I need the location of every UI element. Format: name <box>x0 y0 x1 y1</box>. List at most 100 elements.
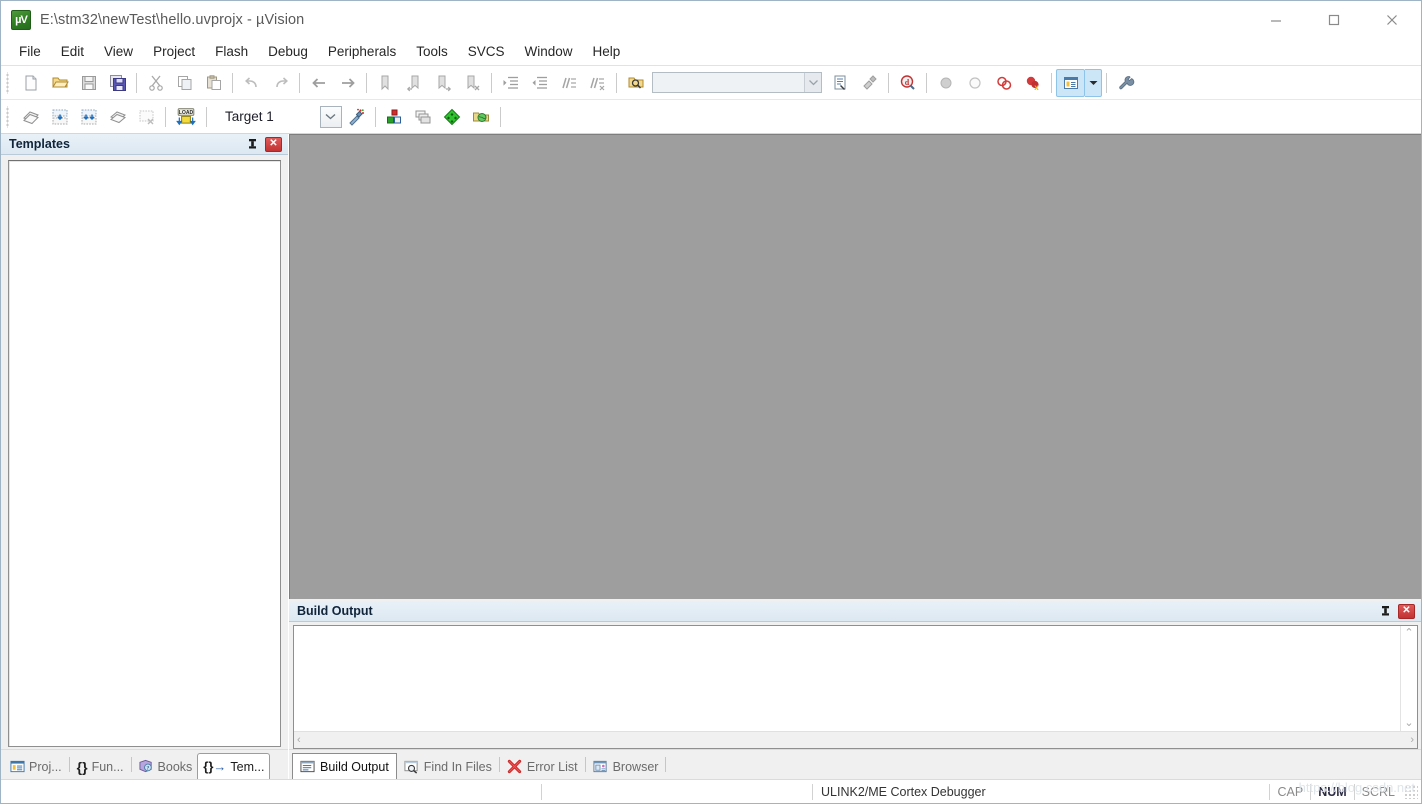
window-title: E:\stm32\newTest\hello.uvprojx - µVision <box>40 12 305 28</box>
toolbar-grip[interactable] <box>4 71 13 94</box>
templates-list[interactable] <box>8 160 281 747</box>
menu-peripherals[interactable]: Peripherals <box>318 41 406 63</box>
menu-edit[interactable]: Edit <box>51 41 94 63</box>
bookmark-clear-icon[interactable] <box>458 69 487 97</box>
close-icon[interactable]: ✕ <box>265 136 282 152</box>
menu-tools[interactable]: Tools <box>406 41 458 63</box>
books-icon: ? <box>139 759 154 774</box>
scroll-down-icon[interactable]: ⌄ <box>1404 718 1413 729</box>
target-select-value[interactable]: Target 1 <box>211 109 284 124</box>
toolbar-grip[interactable] <box>4 105 13 128</box>
save-all-icon[interactable] <box>103 69 132 97</box>
sidebar-tab-functions[interactable]: {} Fun... <box>72 754 129 779</box>
redo-icon[interactable] <box>266 69 295 97</box>
stop-build-icon[interactable] <box>132 103 161 131</box>
debug-start-icon[interactable]: d <box>893 69 922 97</box>
indent-right-icon[interactable] <box>496 69 525 97</box>
toolbar-separator <box>374 106 376 127</box>
indent-left-icon[interactable] <box>525 69 554 97</box>
options-target-icon[interactable] <box>1111 69 1140 97</box>
translate-icon[interactable] <box>16 103 45 131</box>
uncomment-icon[interactable] <box>583 69 612 97</box>
breakpoint-kill-all-icon[interactable]: x <box>1018 69 1047 97</box>
project-window-icon[interactable] <box>1056 68 1085 97</box>
download-icon[interactable]: LOAD <box>170 103 202 131</box>
sidebar-tab-templates[interactable]: {}→ Tem... <box>197 753 271 780</box>
toolbar-separator <box>206 106 207 127</box>
breakpoint-insert-icon[interactable] <box>931 69 960 97</box>
tab-separator <box>665 757 667 772</box>
manage-runtime-env-icon[interactable] <box>467 103 496 131</box>
sidebar-tab-templates-label: Tem... <box>230 759 265 774</box>
main-toolbar: d x <box>1 66 1421 100</box>
scroll-right-icon[interactable]: › <box>1410 734 1414 746</box>
resize-grip-icon[interactable] <box>1404 784 1418 799</box>
find-combo-arrow-icon[interactable] <box>804 73 821 92</box>
scroll-left-icon[interactable]: ‹ <box>297 734 301 746</box>
svg-text:x: x <box>1034 83 1039 92</box>
menu-window[interactable]: Window <box>514 41 582 63</box>
target-options-icon[interactable] <box>342 103 371 131</box>
dropdown-arrow-icon[interactable] <box>1085 68 1102 97</box>
scroll-up-icon[interactable]: ⌃ <box>1404 628 1413 639</box>
menu-svcs[interactable]: SVCS <box>458 41 515 63</box>
open-file-icon[interactable] <box>45 69 74 97</box>
pack-installer-icon[interactable] <box>438 103 467 131</box>
status-debugger: ULINK2/ME Cortex Debugger <box>821 784 986 799</box>
find-combo[interactable] <box>652 72 822 93</box>
build-icon[interactable] <box>45 103 74 131</box>
sidebar-tab-books[interactable]: ? Books <box>134 754 198 779</box>
toolbar-separator <box>366 72 367 93</box>
build-output-vertical-scrollbar[interactable]: ⌃ ⌄ <box>1400 626 1417 731</box>
templates-panel-title: Templates <box>9 137 70 151</box>
save-icon[interactable] <box>74 69 103 97</box>
close-button[interactable] <box>1363 1 1421 39</box>
toolbar-separator <box>1106 72 1107 93</box>
build-output-text[interactable] <box>294 626 1400 731</box>
sidebar-tab-project[interactable]: Proj... <box>5 754 67 779</box>
build-output-caption: Build Output ✕ <box>289 601 1421 622</box>
breakpoint-disable-all-icon[interactable] <box>989 69 1018 97</box>
maximize-button[interactable] <box>1305 1 1363 39</box>
cut-icon[interactable] <box>141 69 170 97</box>
find-in-files-icon[interactable] <box>621 69 650 97</box>
breakpoint-enable-icon[interactable] <box>960 69 989 97</box>
navigate-forward-icon[interactable] <box>333 69 362 97</box>
paste-icon[interactable] <box>199 69 228 97</box>
toolbar-separator <box>165 106 166 127</box>
pin-icon[interactable] <box>1378 603 1392 619</box>
tab-error-list[interactable]: Error List <box>500 754 585 779</box>
build-output-textbox[interactable]: ⌃ ⌄ ‹ › <box>293 625 1418 749</box>
configure-icon[interactable] <box>855 69 884 97</box>
target-select-arrow-icon[interactable] <box>319 105 342 128</box>
tab-build-output[interactable]: Build Output <box>292 753 397 780</box>
batch-build-icon[interactable] <box>103 103 132 131</box>
menu-file[interactable]: File <box>9 41 51 63</box>
rebuild-icon[interactable] <box>74 103 103 131</box>
manage-project-items-icon[interactable] <box>380 103 409 131</box>
undo-icon[interactable] <box>237 69 266 97</box>
copy-icon[interactable] <box>170 69 199 97</box>
build-output-caption-buttons: ✕ <box>1378 603 1421 619</box>
close-icon[interactable]: ✕ <box>1398 603 1415 619</box>
menu-view[interactable]: View <box>94 41 143 63</box>
bookmark-next-icon[interactable] <box>429 69 458 97</box>
minimize-button[interactable] <box>1247 1 1305 39</box>
menu-debug[interactable]: Debug <box>258 41 318 63</box>
pin-icon[interactable] <box>245 136 259 152</box>
comment-icon[interactable] <box>554 69 583 97</box>
tab-find-in-files[interactable]: Find In Files <box>397 754 499 779</box>
navigate-back-icon[interactable] <box>304 69 333 97</box>
browse-source-icon[interactable] <box>826 69 855 97</box>
new-file-icon[interactable] <box>16 69 45 97</box>
tab-browser[interactable]: Browser <box>586 754 666 779</box>
build-output-horizontal-scrollbar[interactable]: ‹ › <box>294 731 1417 748</box>
templates-panel-caption-buttons: ✕ <box>245 136 288 152</box>
menu-help[interactable]: Help <box>583 41 631 63</box>
menu-project[interactable]: Project <box>143 41 205 63</box>
bookmark-toggle-icon[interactable] <box>371 69 400 97</box>
multi-project-icon[interactable] <box>409 103 438 131</box>
bookmark-prev-icon[interactable] <box>400 69 429 97</box>
menu-flash[interactable]: Flash <box>205 41 258 63</box>
tab-find-in-files-label: Find In Files <box>423 759 492 774</box>
